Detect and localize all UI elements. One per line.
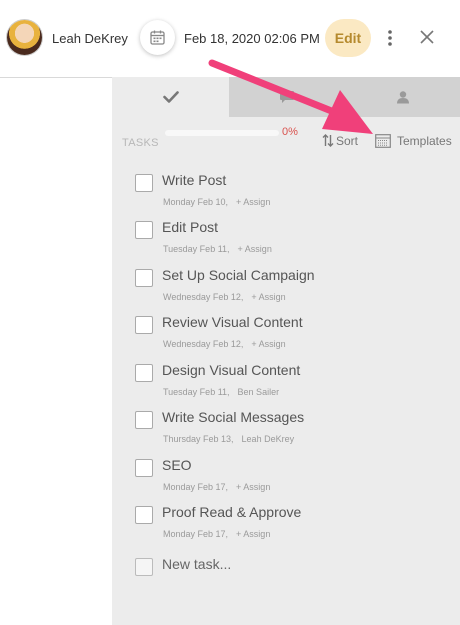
comment-icon (280, 91, 294, 103)
task-checkbox[interactable] (135, 506, 153, 524)
task-item[interactable]: Proof Read & Approve Monday Feb 17, + Ass… (135, 504, 455, 550)
task-title[interactable]: Edit Post (162, 219, 218, 235)
task-item[interactable]: Design Visual Content Tuesday Feb 11, Ben… (135, 362, 455, 408)
task-title[interactable]: SEO (162, 457, 192, 473)
calendar-button[interactable] (140, 20, 175, 55)
task-checkbox[interactable] (135, 174, 153, 192)
tab-comments[interactable] (229, 77, 345, 117)
task-checkbox (135, 558, 153, 576)
date-text[interactable]: Feb 18, 2020 02:06 PM (184, 31, 320, 46)
tasks-label: TASKS (122, 137, 159, 149)
task-date[interactable]: Tuesday Feb 11, (163, 387, 230, 397)
templates-icon (375, 134, 391, 148)
task-meta: Thursday Feb 13, Leah DeKrey (163, 434, 302, 444)
task-title[interactable]: Write Social Messages (162, 409, 304, 425)
task-assignee[interactable]: + Assign (236, 197, 270, 207)
task-checkbox[interactable] (135, 269, 153, 287)
task-checkbox[interactable] (135, 316, 153, 334)
new-task-input[interactable]: New task... (162, 556, 231, 572)
task-date[interactable]: Wednesday Feb 12, (163, 339, 243, 349)
task-meta: Wednesday Feb 12, + Assign (163, 339, 294, 349)
sort-button[interactable]: Sort (322, 134, 358, 148)
more-vertical-icon[interactable] (386, 28, 394, 48)
calendar-icon (150, 30, 165, 45)
task-item[interactable]: SEO Monday Feb 17, + Assign (135, 457, 455, 503)
task-item[interactable]: Edit Post Tuesday Feb 11, + Assign (135, 219, 455, 265)
task-assignee[interactable]: Ben Sailer (238, 387, 280, 397)
progress-percent: 0% (282, 126, 298, 138)
task-date[interactable]: Wednesday Feb 12, (163, 292, 243, 302)
user-icon (396, 91, 409, 104)
task-assignee[interactable]: + Assign (251, 292, 285, 302)
task-checkbox[interactable] (135, 364, 153, 382)
templates-button[interactable]: Templates (375, 134, 452, 148)
task-date[interactable]: Tuesday Feb 11, (163, 244, 230, 254)
task-date[interactable]: Monday Feb 17, (163, 529, 228, 539)
task-meta: Tuesday Feb 11, + Assign (163, 244, 280, 254)
task-title[interactable]: Design Visual Content (162, 362, 300, 378)
task-assignee[interactable]: + Assign (238, 244, 272, 254)
task-item[interactable]: Review Visual Content Wednesday Feb 12, +… (135, 314, 455, 360)
task-checkbox[interactable] (135, 459, 153, 477)
task-assignee[interactable]: Leah DeKrey (242, 434, 295, 444)
checkmark-icon (162, 91, 179, 103)
panel-tabs (112, 77, 460, 117)
task-meta: Tuesday Feb 11, Ben Sailer (163, 387, 287, 397)
edit-button[interactable]: Edit (325, 19, 371, 57)
tab-people[interactable] (345, 77, 460, 117)
task-title[interactable]: Review Visual Content (162, 314, 303, 330)
header-bar: Leah DeKrey Feb 18, 2020 02:06 PM Edit (0, 0, 460, 78)
sort-icon (322, 134, 334, 147)
templates-label: Templates (397, 134, 452, 148)
task-assignee[interactable]: + Assign (236, 482, 270, 492)
task-item[interactable]: Write Post Monday Feb 10, + Assign (135, 172, 455, 218)
task-checkbox[interactable] (135, 221, 153, 239)
task-date[interactable]: Monday Feb 17, (163, 482, 228, 492)
task-assignee[interactable]: + Assign (251, 339, 285, 349)
task-checkbox[interactable] (135, 411, 153, 429)
task-date[interactable]: Monday Feb 10, (163, 197, 228, 207)
task-title[interactable]: Write Post (162, 172, 226, 188)
task-assignee[interactable]: + Assign (236, 529, 270, 539)
user-name: Leah DeKrey (52, 31, 128, 46)
tab-tasks[interactable] (112, 77, 229, 117)
task-title[interactable]: Proof Read & Approve (162, 504, 301, 520)
progress-bar (165, 130, 279, 136)
close-icon[interactable] (418, 28, 436, 46)
sort-label: Sort (336, 134, 359, 148)
tasks-panel: TASKS 0% Sort Templates Write Post Monda… (112, 77, 460, 625)
new-task-row[interactable]: New task... (135, 556, 455, 602)
task-title[interactable]: Set Up Social Campaign (162, 267, 315, 283)
task-item[interactable]: Set Up Social Campaign Wednesday Feb 12,… (135, 267, 455, 313)
task-date[interactable]: Thursday Feb 13, (163, 434, 234, 444)
avatar[interactable] (7, 20, 42, 55)
task-meta: Monday Feb 17, + Assign (163, 482, 278, 492)
task-meta: Monday Feb 17, + Assign (163, 529, 278, 539)
task-meta: Monday Feb 10, + Assign (163, 197, 278, 207)
task-meta: Wednesday Feb 12, + Assign (163, 292, 294, 302)
task-item[interactable]: Write Social Messages Thursday Feb 13, Le… (135, 409, 455, 455)
